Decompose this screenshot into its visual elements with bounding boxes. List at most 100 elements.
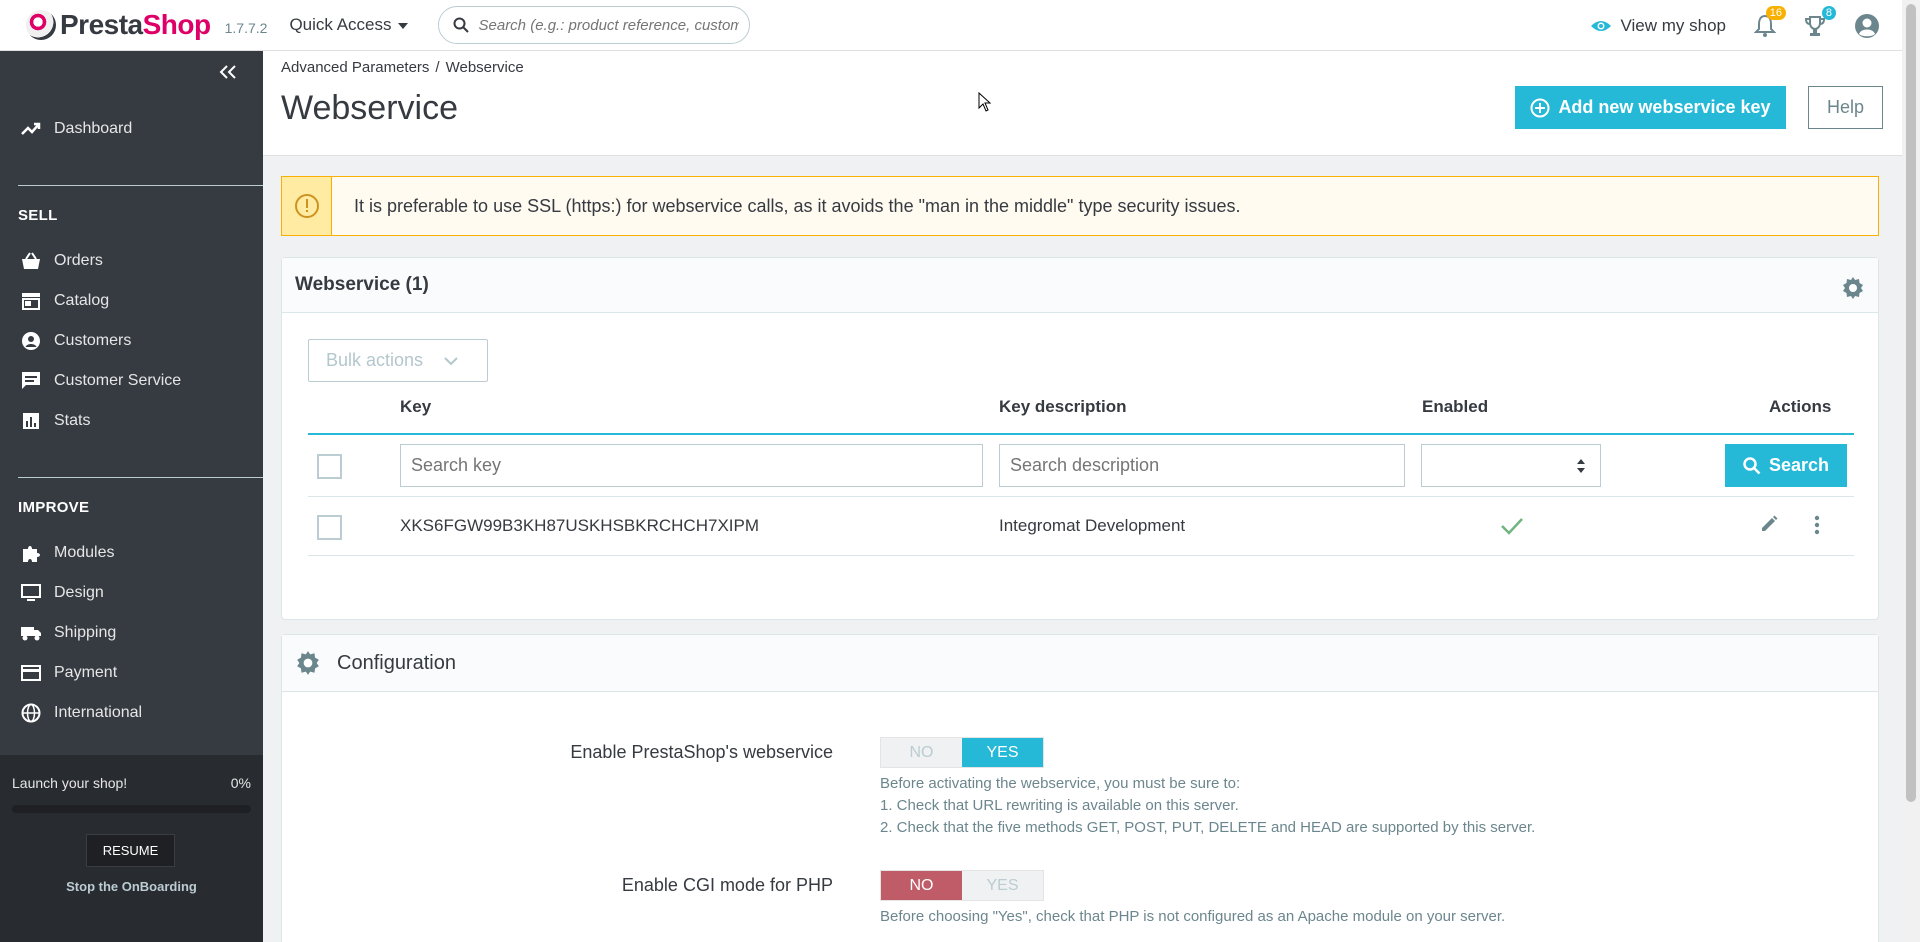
sidebar-item-international[interactable]: International — [0, 695, 263, 731]
cgi-help-text: Before choosing "Yes", check that PHP is… — [880, 908, 1506, 925]
sidebar-item-orders[interactable]: Orders — [0, 243, 263, 279]
search-button[interactable]: Search — [1725, 444, 1847, 487]
configuration-title: Configuration — [337, 651, 456, 674]
monitor-icon — [20, 582, 42, 604]
cgi-mode-toggle[interactable]: NO YES — [880, 870, 1044, 901]
enabled-filter-select[interactable] — [1421, 444, 1601, 487]
page-title: Webservice — [281, 89, 458, 127]
store-icon — [20, 290, 42, 312]
sort-arrows-icon — [1577, 459, 1585, 473]
add-webservice-key-button[interactable]: Add new webservice key — [1515, 86, 1786, 129]
chevron-down-icon — [444, 356, 458, 365]
quick-access-label: Quick Access — [289, 15, 392, 34]
row-checkbox[interactable] — [317, 515, 342, 540]
check-icon[interactable] — [1500, 517, 1524, 535]
chat-icon — [20, 370, 42, 392]
caret-down-icon — [397, 23, 408, 29]
search-icon — [1743, 456, 1761, 474]
help-button[interactable]: Help — [1808, 86, 1883, 129]
header-search[interactable] — [437, 6, 750, 44]
configuration-panel: Configuration Enable PrestaShop's webser… — [281, 634, 1879, 942]
page-header: Advanced Parameters / Webservice Webserv… — [263, 51, 1902, 156]
sidebar-item-modules[interactable]: Modules — [0, 535, 263, 571]
orders-notification-button[interactable]: 8 — [1804, 5, 1836, 38]
sidebar-item-customers[interactable]: Customers — [0, 323, 263, 359]
webservice-panel-header: Webservice (1) — [282, 258, 1878, 313]
gear-icon — [297, 651, 319, 675]
sidebar-item-dashboard[interactable]: Dashboard — [0, 111, 263, 147]
onboarding-panel: Launch your shop! 0% RESUME Stop the OnB… — [0, 755, 263, 942]
alert-text: It is preferable to use SSL (https:) for… — [354, 195, 1241, 216]
collapse-sidebar-icon[interactable] — [219, 65, 237, 79]
sidebar-item-label: Shipping — [54, 624, 117, 641]
webservice-list-panel: Webservice (1) Bulk actions Key Key desc… — [281, 257, 1879, 620]
puffin-logo-icon — [26, 10, 56, 40]
puzzle-icon — [20, 542, 42, 564]
credit-card-icon — [20, 662, 42, 684]
search-button-label: Search — [1768, 455, 1830, 475]
column-header-enabled[interactable]: Enabled — [1422, 397, 1488, 417]
webservice-yes-option[interactable]: YES — [962, 738, 1043, 767]
sidebar: Dashboard SELL Orders Catalog Customers … — [0, 51, 263, 942]
sidebar-item-payment[interactable]: Payment — [0, 655, 263, 691]
sidebar-divider — [18, 477, 263, 478]
sell-section-title: SELL — [18, 207, 58, 224]
onboarding-percent: 0% — [230, 775, 251, 791]
sidebar-item-label: Modules — [54, 544, 115, 561]
quick-access-dropdown[interactable]: Quick Access — [289, 15, 408, 35]
more-actions-icon[interactable] — [1814, 514, 1820, 536]
view-my-shop-link[interactable]: View my shop — [1590, 16, 1726, 36]
prestashop-logo[interactable]: PrestaShop — [26, 9, 211, 41]
notifications-button[interactable]: 16 — [1753, 5, 1786, 38]
globe-icon — [20, 702, 42, 724]
column-header-key-description[interactable]: Key description — [999, 397, 1127, 417]
cgi-no-option[interactable]: NO — [881, 871, 962, 900]
page-scrollbar[interactable] — [1902, 0, 1920, 942]
breadcrumb-parent[interactable]: Advanced Parameters — [281, 59, 429, 76]
resume-button[interactable]: RESUME — [86, 834, 175, 867]
view-my-shop-label: View my shop — [1620, 15, 1726, 35]
sidebar-item-label: Stats — [54, 412, 91, 429]
column-header-key[interactable]: Key — [400, 397, 431, 417]
select-all-checkbox[interactable] — [317, 454, 342, 479]
webservice-help-text: Before activating the webservice, you mu… — [880, 773, 1535, 839]
bulk-actions-label: Bulk actions — [326, 350, 424, 370]
stop-onboarding-link[interactable]: Stop the OnBoarding — [0, 879, 263, 894]
sidebar-item-catalog[interactable]: Catalog — [0, 283, 263, 319]
search-key-input[interactable] — [400, 444, 983, 487]
bar-chart-icon — [20, 410, 42, 432]
row-description: Integromat Development — [999, 516, 1186, 535]
cgi-yes-option[interactable]: YES — [962, 871, 1043, 900]
logo-text: PrestaShop — [60, 9, 211, 40]
sidebar-divider — [18, 185, 263, 186]
user-circle-icon — [20, 330, 42, 352]
add-webservice-key-label: Add new webservice key — [1558, 97, 1771, 117]
help-line: 2. Check that the five methods GET, POST… — [880, 819, 1536, 836]
top-header: PrestaShop 1.7.7.2 Quick Access View my … — [0, 0, 1902, 51]
orders-badge: 8 — [1821, 5, 1836, 20]
bulk-actions-dropdown[interactable]: Bulk actions — [308, 339, 488, 382]
webservice-no-option[interactable]: NO — [881, 738, 962, 767]
webservice-enable-label: Enable PrestaShop's webservice — [570, 742, 833, 762]
sidebar-item-shipping[interactable]: Shipping — [0, 615, 263, 651]
sidebar-item-label: Customer Service — [54, 372, 182, 389]
column-header-actions: Actions — [1769, 397, 1832, 416]
sidebar-item-design[interactable]: Design — [0, 575, 263, 611]
edit-pencil-icon[interactable] — [1759, 514, 1779, 534]
gear-icon[interactable] — [1841, 276, 1865, 300]
sidebar-item-label: Orders — [54, 252, 103, 269]
webservice-panel-title: Webservice (1) — [295, 274, 429, 295]
user-avatar-icon[interactable] — [1854, 13, 1880, 39]
filter-row-divider — [308, 496, 1854, 497]
header-search-input[interactable] — [478, 16, 739, 34]
sidebar-item-customer-service[interactable]: Customer Service — [0, 363, 263, 399]
webservice-toggle[interactable]: NO YES — [880, 737, 1044, 768]
sidebar-item-stats[interactable]: Stats — [0, 403, 263, 439]
sidebar-item-label: International — [54, 704, 143, 721]
search-description-input[interactable] — [999, 444, 1405, 487]
improve-section-title: IMPROVE — [18, 499, 90, 516]
scrollbar-thumb[interactable] — [1906, 4, 1916, 802]
breadcrumb: Advanced Parameters / Webservice — [281, 59, 524, 76]
row-divider — [308, 555, 1854, 556]
mouse-cursor-icon — [978, 92, 992, 112]
